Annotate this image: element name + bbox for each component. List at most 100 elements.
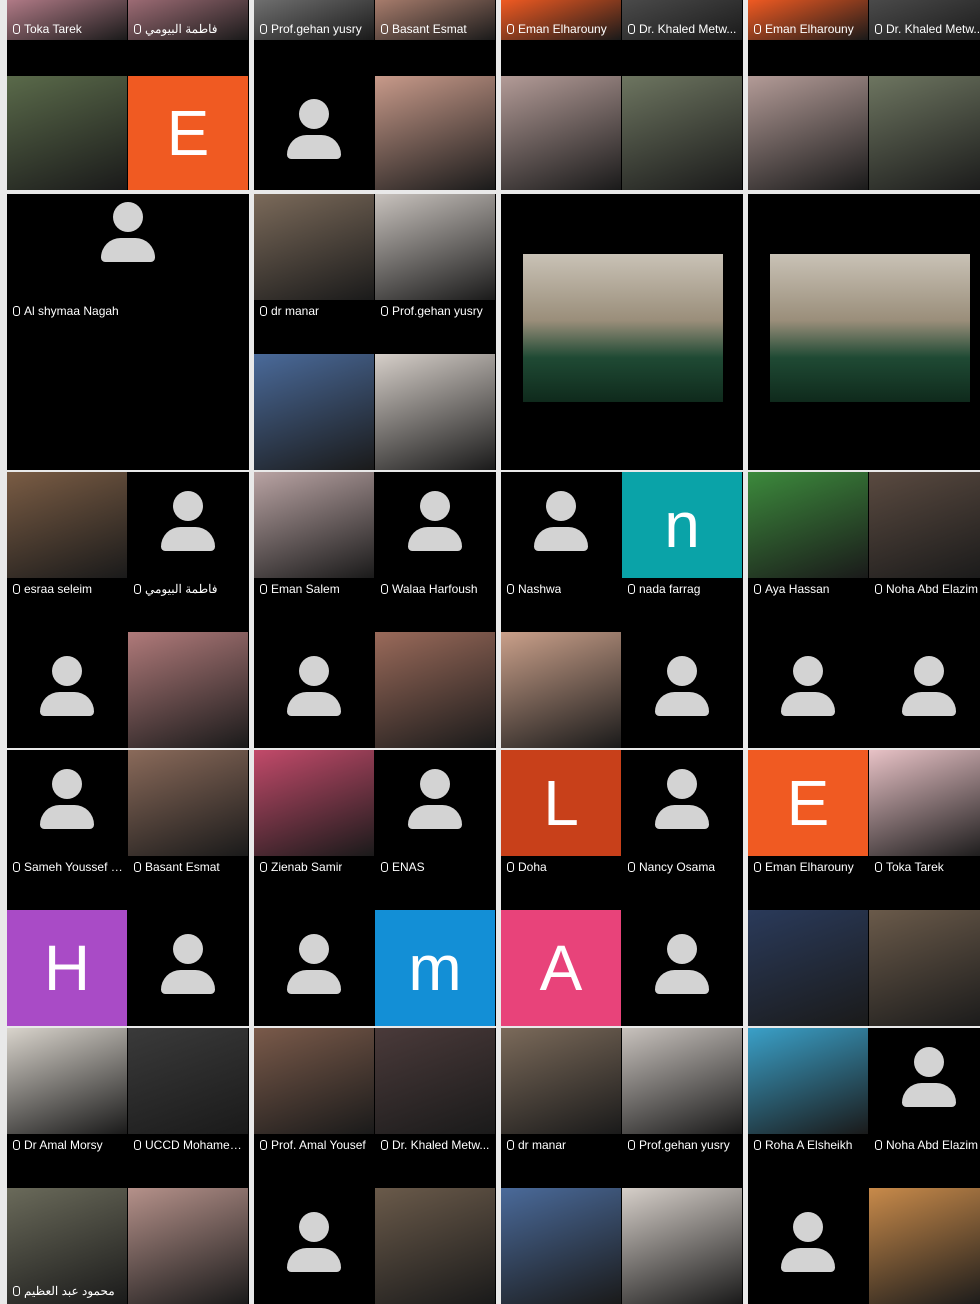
participant-tile[interactable]: Prof.gehan yusry	[375, 194, 495, 318]
participant-tile[interactable]	[375, 76, 495, 190]
participant-tile[interactable]: Roha A Elsheikh	[748, 1028, 868, 1152]
participant-photo	[869, 1188, 980, 1304]
participant-tile[interactable]	[375, 354, 495, 470]
participant-tile[interactable]	[869, 910, 980, 1026]
default-avatar-icon	[287, 934, 341, 994]
participant-photo	[375, 632, 495, 748]
initial-avatar: n	[622, 472, 742, 578]
participant-tile[interactable]: Eman Elharouny	[501, 0, 621, 40]
participant-tile[interactable]: dr manar	[254, 194, 374, 318]
participant-name: Aya Hassan	[754, 582, 829, 596]
participant-name: Nashwa	[507, 582, 561, 596]
participant-tile[interactable]: Dr. Khaled Metw...	[622, 0, 742, 40]
participant-tile[interactable]: Toka Tarek	[869, 750, 980, 874]
participant-tile[interactable]: Nancy Osama	[622, 750, 742, 874]
participant-tile[interactable]: Basant Esmat	[128, 750, 248, 874]
participant-tile[interactable]: Dr. Khaled Metw...	[375, 1028, 495, 1152]
participant-tile[interactable]: Dr Amal Morsy	[7, 1028, 127, 1152]
participant-tile[interactable]	[254, 76, 374, 190]
participant-tile[interactable]: فاطمة البيومي	[128, 472, 248, 596]
microphone-icon	[875, 584, 882, 594]
participant-tile[interactable]	[748, 76, 868, 190]
participant-tile[interactable]: m	[375, 910, 495, 1026]
participant-tile[interactable]: Sameh Youssef (...	[7, 750, 127, 874]
participant-tile[interactable]: Walaa Harfoush	[375, 472, 495, 596]
participant-tile[interactable]	[501, 1188, 621, 1304]
participant-tile[interactable]: UCCD Mohamed ...	[128, 1028, 248, 1152]
participant-tile[interactable]	[501, 194, 743, 470]
participant-tile[interactable]: Prof.gehan yusry	[622, 1028, 742, 1152]
participant-photo	[128, 750, 248, 856]
screenshot-panel: Nashwa n nada farrag	[501, 472, 743, 748]
microphone-icon	[134, 584, 141, 594]
participant-photo	[7, 472, 127, 578]
participant-name-label: dr manar	[271, 304, 320, 318]
participant-tile[interactable]: esraa seleim	[7, 472, 127, 596]
participant-tile[interactable]	[748, 632, 868, 748]
default-avatar-icon	[902, 1047, 956, 1107]
participant-tile[interactable]: فاطمة البيومي	[128, 0, 248, 40]
participant-tile[interactable]: Eman Salem	[254, 472, 374, 596]
participant-tile[interactable]: A	[501, 910, 621, 1026]
participant-name: ENAS	[381, 860, 425, 874]
participant-tile[interactable]: Dr. Khaled Metw...	[869, 0, 980, 40]
participant-tile[interactable]: Nashwa	[501, 472, 621, 596]
shared-video-feed	[770, 254, 970, 402]
screenshot-panel: esraa seleim فاطمة البيومي	[7, 472, 249, 748]
participant-tile[interactable]: L Doha	[501, 750, 621, 874]
microphone-icon	[507, 1140, 514, 1150]
participant-tile[interactable]	[748, 1188, 868, 1304]
participant-tile[interactable]	[375, 632, 495, 748]
participant-tile[interactable]: E Eman Elharouny	[748, 750, 868, 874]
participant-tile[interactable]	[622, 1188, 742, 1304]
participant-tile[interactable]	[622, 910, 742, 1026]
participant-tile[interactable]	[375, 1188, 495, 1304]
microphone-icon	[134, 862, 141, 872]
participant-tile[interactable]: Noha Abd Elazim	[869, 472, 980, 596]
participant-tile[interactable]: n nada farrag	[622, 472, 742, 596]
participant-tile[interactable]: Basant Esmat	[375, 0, 495, 40]
participant-photo	[869, 472, 980, 578]
participant-tile[interactable]: E	[128, 76, 248, 190]
participant-tile[interactable]: Eman Elharouny	[748, 0, 868, 40]
participant-name-label: Sameh Youssef (...	[24, 860, 123, 874]
participant-tile[interactable]	[254, 354, 374, 470]
participant-tile[interactable]	[7, 632, 127, 748]
participant-tile[interactable]	[869, 632, 980, 748]
microphone-icon	[13, 862, 20, 872]
initial-avatar: E	[128, 76, 248, 190]
participant-name: Prof. Amal Yousef	[260, 1138, 366, 1152]
participant-tile[interactable]: Prof.gehan yusry	[254, 0, 374, 40]
participant-tile[interactable]: Zienab Samir	[254, 750, 374, 874]
participant-tile[interactable]: Toka Tarek	[7, 0, 127, 40]
microphone-icon	[507, 584, 514, 594]
participant-tile[interactable]	[501, 76, 621, 190]
participant-tile[interactable]: Noha Abd Elazim	[869, 1028, 980, 1152]
participant-tile[interactable]	[748, 910, 868, 1026]
participant-photo	[748, 1028, 868, 1134]
participant-tile[interactable]: محمود عبد العظيم	[7, 1188, 127, 1304]
participant-tile[interactable]: H	[7, 910, 127, 1026]
participant-tile[interactable]: Aya Hassan	[748, 472, 868, 596]
participant-tile[interactable]	[254, 632, 374, 748]
participant-tile[interactable]	[622, 632, 742, 748]
participant-photo	[375, 354, 495, 470]
microphone-icon	[13, 584, 20, 594]
participant-tile[interactable]: Al shymaa Nagah	[7, 194, 249, 470]
participant-photo	[869, 910, 980, 1026]
participant-tile[interactable]	[622, 76, 742, 190]
participant-tile[interactable]	[128, 910, 248, 1026]
participant-tile[interactable]	[128, 1188, 248, 1304]
participant-tile[interactable]	[128, 632, 248, 748]
screenshot-panel: Prof. Amal Yousef Dr. Khaled Metw...	[254, 1028, 496, 1304]
participant-tile[interactable]	[254, 1188, 374, 1304]
participant-tile[interactable]	[748, 194, 980, 470]
participant-tile[interactable]: Prof. Amal Yousef	[254, 1028, 374, 1152]
participant-tile[interactable]	[501, 632, 621, 748]
participant-tile[interactable]: dr manar	[501, 1028, 621, 1152]
participant-tile[interactable]	[254, 910, 374, 1026]
participant-tile[interactable]	[7, 76, 127, 190]
participant-tile[interactable]	[869, 1188, 980, 1304]
participant-tile[interactable]: ENAS	[375, 750, 495, 874]
participant-tile[interactable]	[869, 76, 980, 190]
